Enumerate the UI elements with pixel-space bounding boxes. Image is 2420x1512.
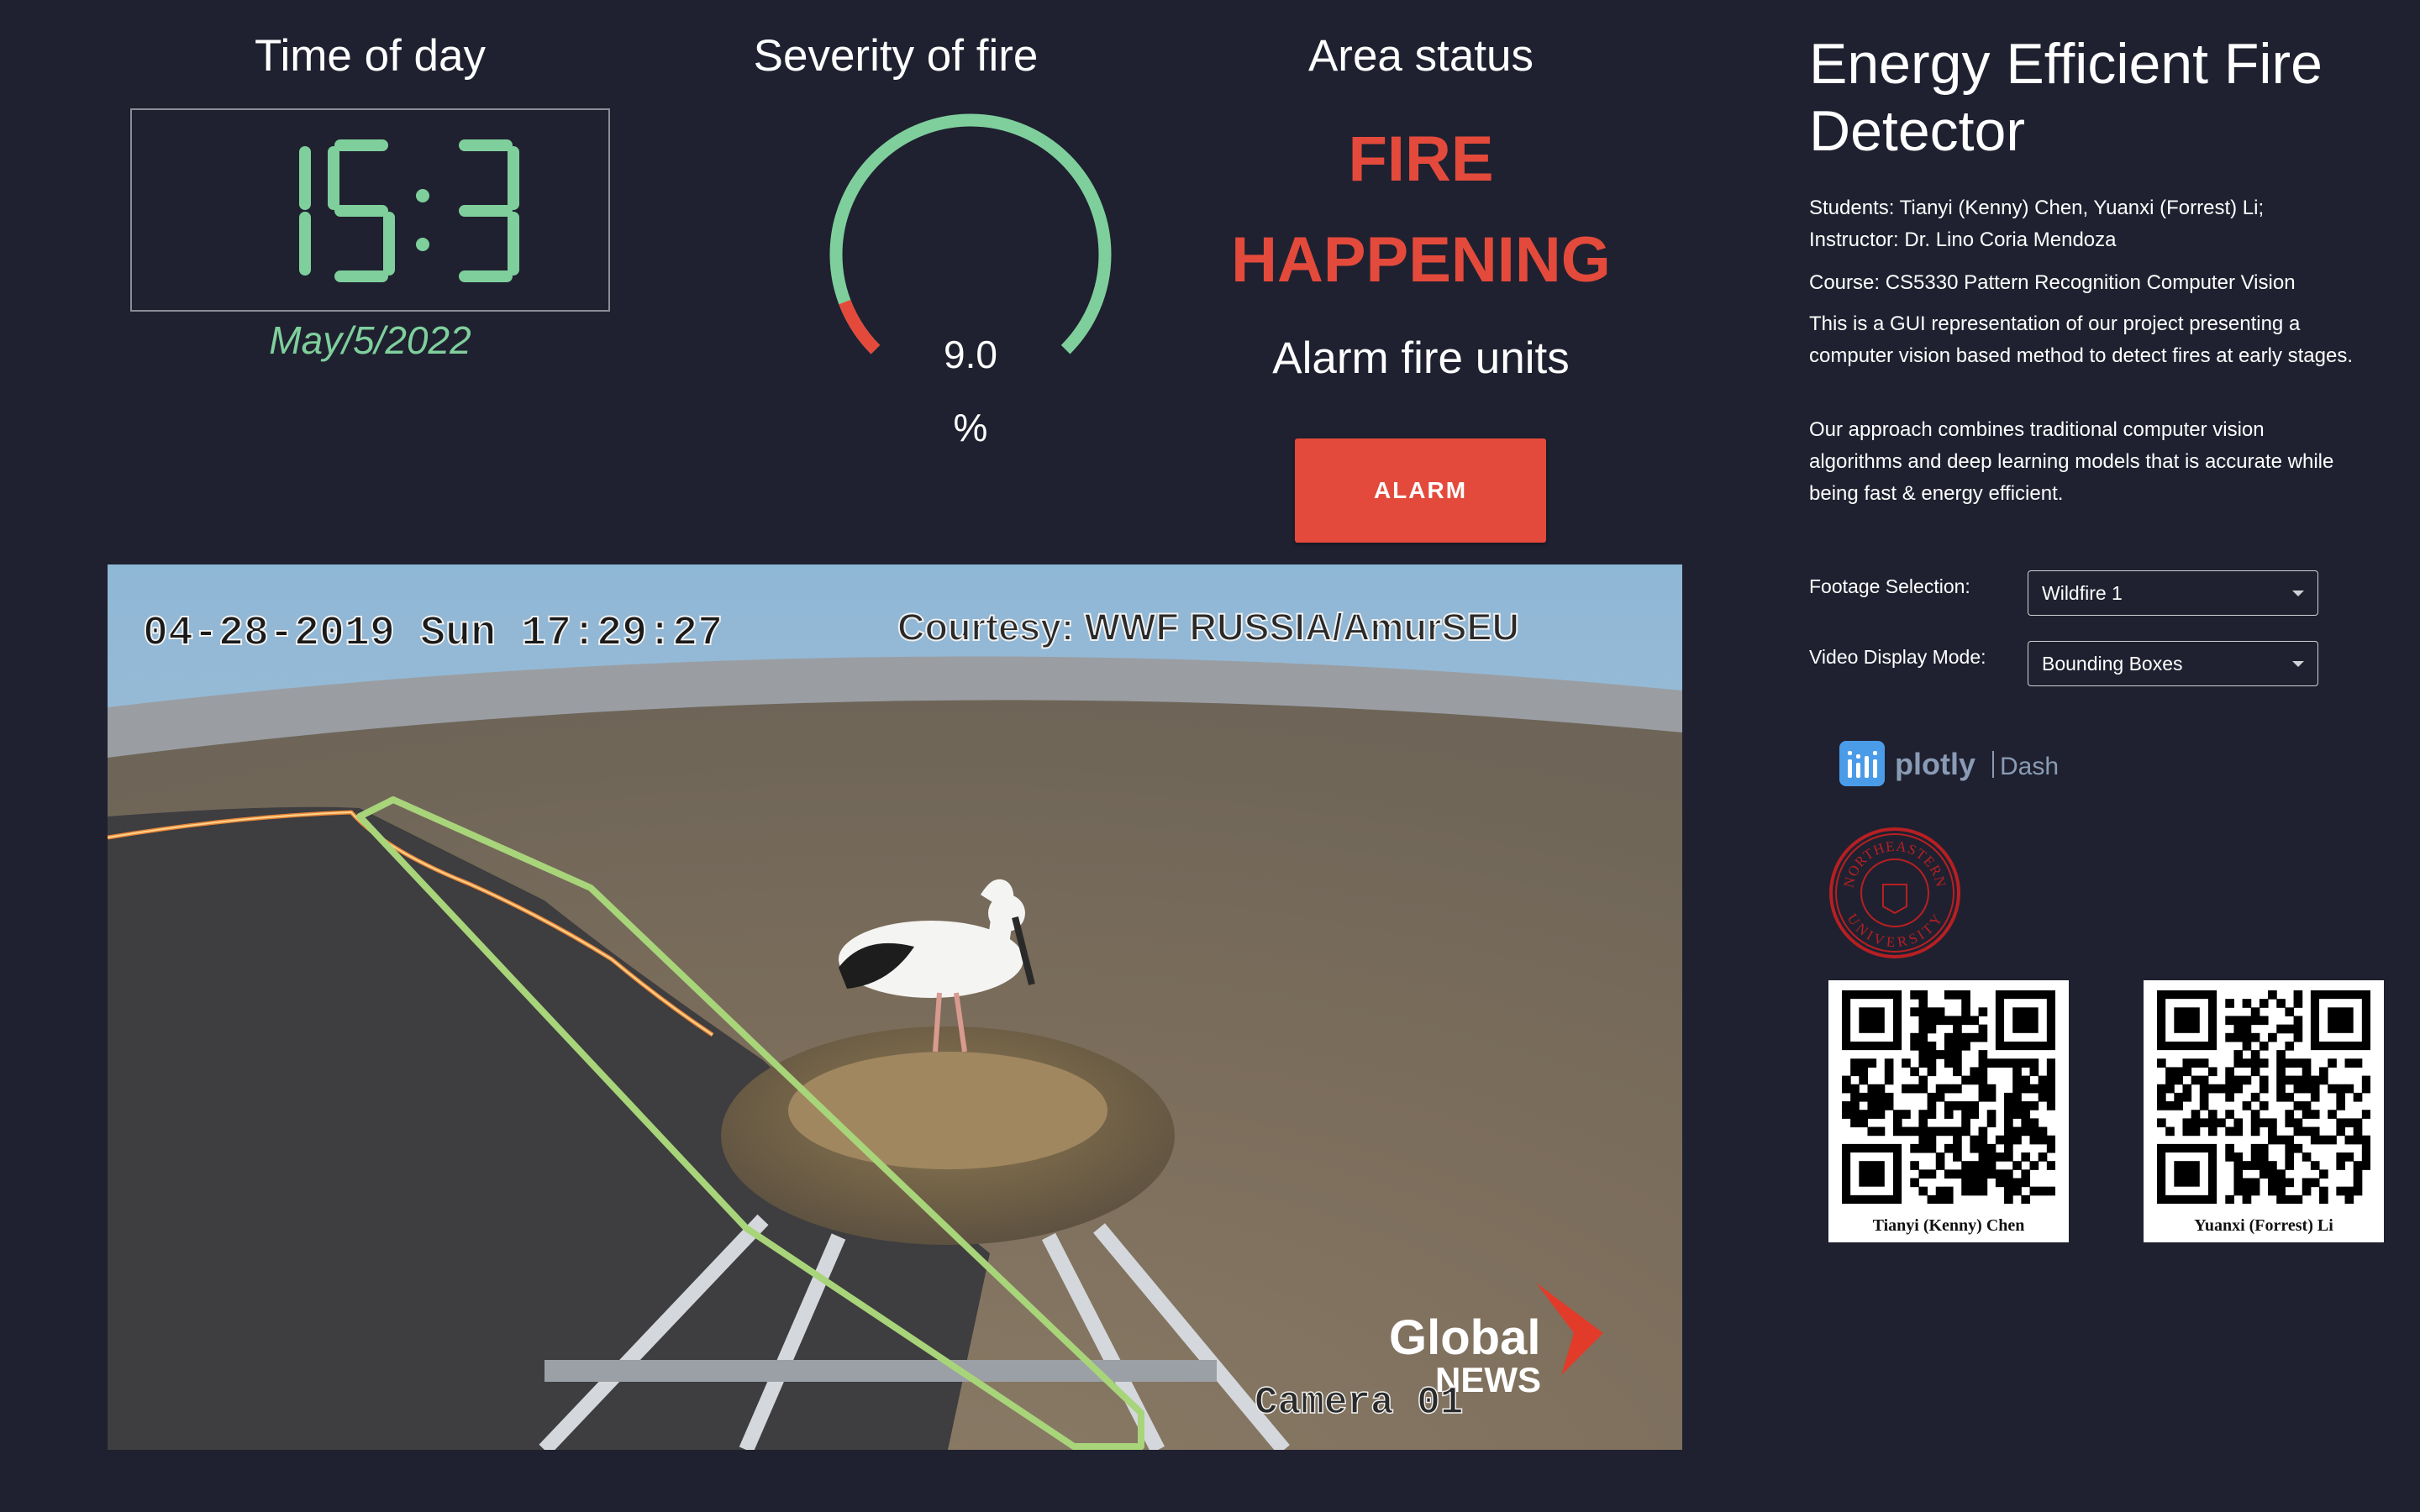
camera-label-overlay: Camera 01 <box>1255 1381 1463 1425</box>
gauge-track <box>829 113 1112 354</box>
svg-text:NORTHEASTERN: NORTHEASTERN <box>1840 838 1949 890</box>
students-line: Students: Tianyi (Kenny) Chen, Yuanxi (F… <box>1809 197 2265 219</box>
severity-header: Severity of fire <box>753 31 1039 81</box>
video-feed: 04-28-2019 Sun 17:29:27 Courtesy: WWF RU… <box>108 564 1682 1450</box>
footage-selection-label: Footage Selection: <box>1809 575 1970 597</box>
app-title: Energy Efficient Fire Detector <box>1809 32 2323 163</box>
gauge-unit: % <box>953 406 988 449</box>
plotly-icon <box>1839 741 1885 786</box>
dash-text: Dash <box>2000 753 2059 780</box>
time-of-day-header: Time of day <box>255 31 486 81</box>
video-timestamp-overlay: 04-28-2019 Sun 17:29:27 <box>143 610 723 658</box>
clock-seven-segment-display <box>299 139 519 282</box>
university-seal-graphic: NORTHEASTERN UNIVERSITY <box>1829 827 1960 958</box>
footage-selection-value: Wildfire 1 <box>2042 581 2123 604</box>
display-mode-label: Video Display Mode: <box>1809 646 1986 668</box>
plotly-logo-graphic: plotly Dash <box>1839 741 2059 786</box>
status-happening: HAPPENING <box>1231 224 1611 296</box>
plotly-dash-logo: plotly Dash <box>1838 739 2090 794</box>
northeastern-university-seal: NORTHEASTERN UNIVERSITY <box>1828 826 1962 964</box>
alarm-button[interactable]: ALARM <box>1295 438 1546 543</box>
project-approach: Our approach combines traditional comput… <box>1809 418 2334 505</box>
video-courtesy-overlay: Courtesy: WWF RUSSIA/AmurSEU <box>897 606 1519 648</box>
chevron-down-icon <box>2292 590 2304 596</box>
digital-clock <box>130 108 610 312</box>
instructor-line: Instructor: Dr. Lino Coria Mendoza <box>1809 228 2117 251</box>
gauge-value: 9.0 <box>944 333 997 376</box>
display-mode-value: Bounding Boxes <box>2042 652 2183 675</box>
alarm-units-header: Alarm fire units <box>1272 333 1570 383</box>
course-line: Course: CS5330 Pattern Recognition Compu… <box>1809 271 2296 294</box>
display-mode-dropdown[interactable]: Bounding Boxes <box>2028 641 2318 686</box>
qr-code-card: Yuanxi (Forrest) Li <box>2144 980 2384 1242</box>
qr-code-icon <box>1842 990 2055 1204</box>
qr-caption: Yuanxi (Forrest) Li <box>2194 1216 2333 1235</box>
status-fire: FIRE <box>1348 123 1494 195</box>
chevron-down-icon <box>2292 660 2304 667</box>
footage-selection-dropdown[interactable]: Wildfire 1 <box>2028 570 2318 616</box>
clock-colon-dot <box>416 238 429 251</box>
qr-code-card: Tianyi (Kenny) Chen <box>1828 980 2069 1242</box>
clock-colon-dot <box>416 189 429 202</box>
global-news-logo-text: Global <box>1389 1310 1540 1365</box>
video-frame: 04-28-2019 Sun 17:29:27 Courtesy: WWF RU… <box>108 564 1682 1450</box>
plotly-text: plotly <box>1895 747 1975 781</box>
seal-top-text: NORTHEASTERN <box>1840 838 1948 890</box>
area-status-header: Area status <box>1307 31 1534 81</box>
clock-date: May/5/2022 <box>269 318 471 362</box>
qr-caption: Tianyi (Kenny) Chen <box>1872 1216 2025 1235</box>
project-description: This is a GUI representation of our proj… <box>1809 312 2354 367</box>
qr-code-icon <box>2157 990 2370 1204</box>
gauge-fill <box>839 299 881 354</box>
